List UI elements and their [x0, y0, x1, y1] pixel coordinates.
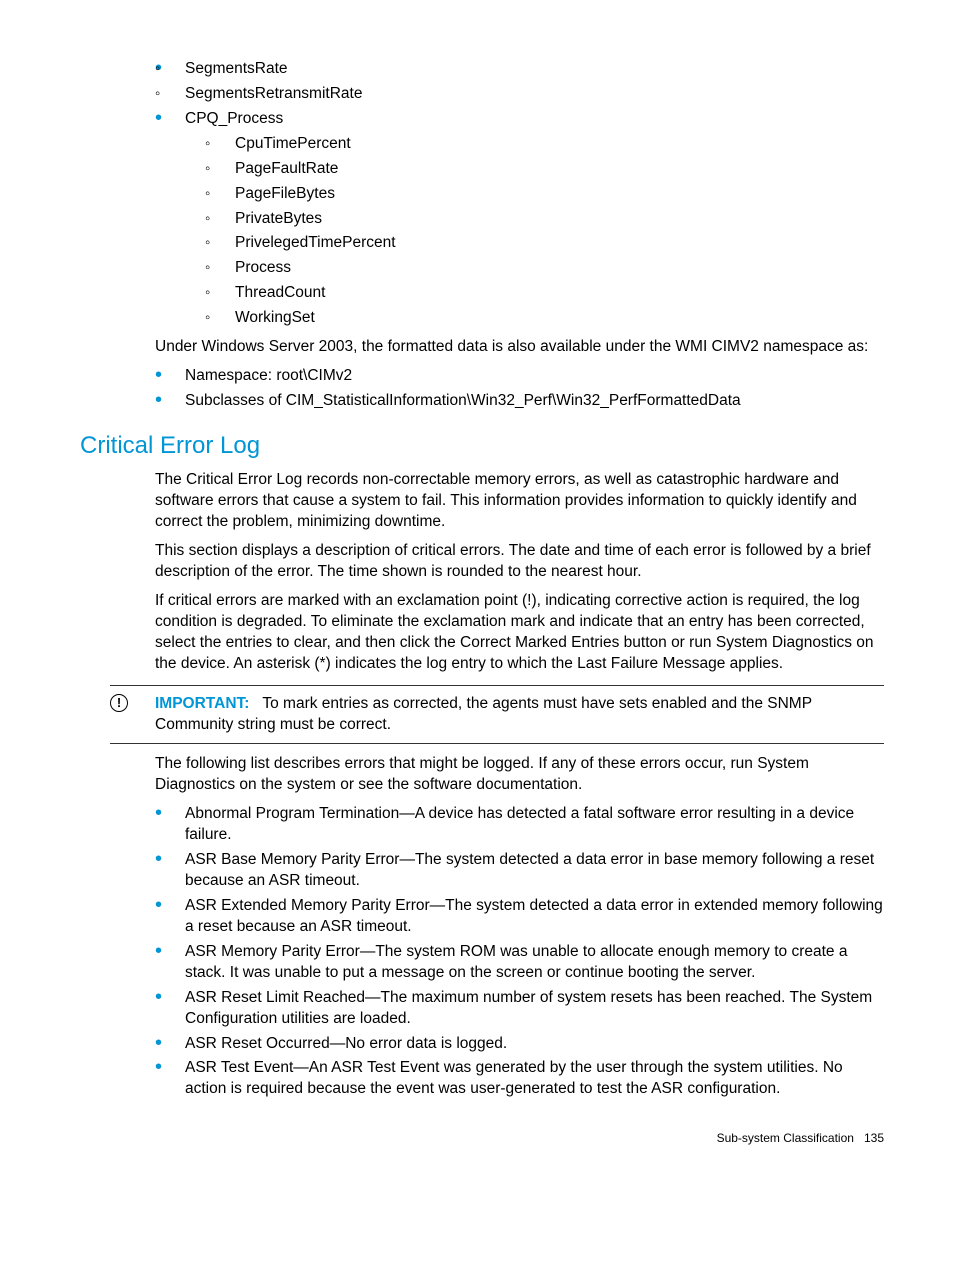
item-text: PrivateBytes [235, 210, 322, 227]
item-text: CpuTimePercent [235, 135, 351, 152]
item-text: ASR Extended Memory Parity Error—The sys… [185, 897, 883, 935]
list-item: ASR Reset Limit Reached—The maximum numb… [155, 988, 884, 1030]
list-item: Abnormal Program Termination—A device ha… [155, 804, 884, 846]
footer-section-label: Sub-system Classification [717, 1131, 854, 1145]
body-paragraph: If critical errors are marked with an ex… [155, 591, 884, 675]
list-item: CpuTimePercent [205, 134, 884, 155]
item-text: Subclasses of CIM_StatisticalInformation… [185, 392, 741, 409]
note-content: IMPORTANT: To mark entries as corrected,… [155, 694, 884, 736]
list-item: PrivelegedTimePercent [205, 233, 884, 254]
error-list: Abnormal Program Termination—A device ha… [155, 804, 884, 1100]
item-text: ASR Test Event—An ASR Test Event was gen… [185, 1059, 843, 1097]
item-text: ASR Base Memory Parity Error—The system … [185, 851, 874, 889]
body-paragraph: This section displays a description of c… [155, 541, 884, 583]
list-item: WorkingSet [205, 308, 884, 329]
alert-icon: ! [110, 694, 128, 712]
list-item: PageFaultRate [205, 159, 884, 180]
item-text: ASR Memory Parity Error—The system ROM w… [185, 943, 847, 981]
item-text: WorkingSet [235, 309, 315, 326]
section-heading-critical-error-log: Critical Error Log [80, 430, 884, 462]
important-text: To mark entries as corrected, the agents… [155, 695, 812, 733]
item-text: Abnormal Program Termination—A device ha… [185, 805, 854, 843]
page-footer: Sub-system Classification 135 [80, 1130, 884, 1146]
wmi-list: Namespace: root\CIMv2 Subclasses of CIM_… [155, 366, 884, 412]
list-item: ASR Memory Parity Error—The system ROM w… [155, 942, 884, 984]
list-item: Process [205, 258, 884, 279]
list-item: ThreadCount [205, 283, 884, 304]
top-continued-list: • SegmentsRate SegmentsRetransmitRate [155, 59, 884, 105]
list-item: PrivateBytes [205, 209, 884, 230]
body-paragraph: The Critical Error Log records non-corre… [155, 470, 884, 533]
list-item: SegmentsRate [155, 59, 884, 80]
item-text: Namespace: root\CIMv2 [185, 367, 352, 384]
cpq-list: CPQ_Process CpuTimePercent PageFaultRate… [155, 109, 884, 329]
list-item: ASR Reset Occurred—No error data is logg… [155, 1034, 884, 1055]
body-paragraph: The following list describes errors that… [155, 754, 884, 796]
item-text: SegmentsRate [185, 60, 288, 77]
item-text: ASR Reset Occurred—No error data is logg… [185, 1035, 507, 1052]
item-text: SegmentsRetransmitRate [185, 85, 362, 102]
item-text: PageFileBytes [235, 185, 335, 202]
important-note: ! IMPORTANT: To mark entries as correcte… [110, 685, 884, 745]
list-item: CPQ_Process CpuTimePercent PageFaultRate… [155, 109, 884, 329]
list-item: SegmentsRetransmitRate [155, 84, 884, 105]
list-item: ASR Extended Memory Parity Error—The sys… [155, 896, 884, 938]
item-text: CPQ_Process [185, 110, 283, 127]
item-text: PrivelegedTimePercent [235, 234, 396, 251]
page-number: 135 [864, 1131, 884, 1145]
list-item: ASR Test Event—An ASR Test Event was gen… [155, 1058, 884, 1100]
item-text: PageFaultRate [235, 160, 338, 177]
document-page: • SegmentsRate SegmentsRetransmitRate CP… [0, 0, 954, 1186]
list-item: PageFileBytes [205, 184, 884, 205]
important-label: IMPORTANT: [155, 695, 249, 712]
list-item: Subclasses of CIM_StatisticalInformation… [155, 391, 884, 412]
item-text: ThreadCount [235, 284, 325, 301]
cpq-sublist: CpuTimePercent PageFaultRate PageFileByt… [205, 134, 884, 329]
list-item: Namespace: root\CIMv2 [155, 366, 884, 387]
wmi-paragraph: Under Windows Server 2003, the formatted… [155, 337, 884, 358]
item-text: Process [235, 259, 291, 276]
list-item: ASR Base Memory Parity Error—The system … [155, 850, 884, 892]
item-text: ASR Reset Limit Reached—The maximum numb… [185, 989, 872, 1027]
